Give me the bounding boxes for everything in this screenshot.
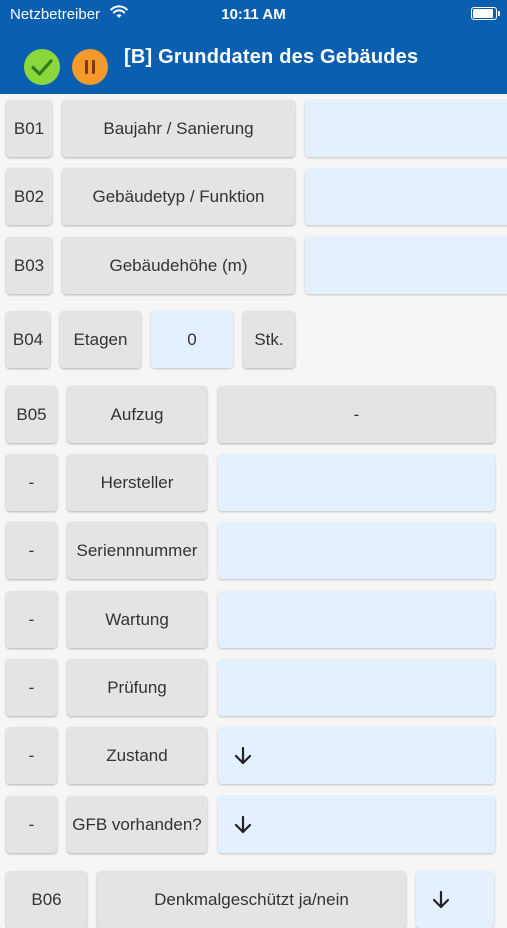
row-label-b04[interactable]: Etagen <box>60 311 141 368</box>
input-b02[interactable] <box>305 168 507 225</box>
arrow-down-icon <box>234 815 252 833</box>
input-b03[interactable] <box>305 237 507 294</box>
row-code-b03[interactable]: B03 <box>6 237 52 294</box>
arrow-down-icon <box>234 746 252 764</box>
row-label-wartung[interactable]: Wartung <box>67 591 207 648</box>
row-code-wartung[interactable]: - <box>6 591 57 648</box>
battery-icon <box>471 7 500 20</box>
header: Netzbetreiber 10:11 AM [B] Grunddaten de… <box>0 0 507 94</box>
row-code-b05[interactable]: B05 <box>6 386 57 443</box>
select-gfb[interactable] <box>218 796 495 853</box>
input-b04-etagen[interactable]: 0 <box>151 311 233 368</box>
row-label-gfb[interactable]: GFB vorhanden? <box>67 796 207 853</box>
pause-button[interactable] <box>72 49 108 85</box>
unit-b04[interactable]: Stk. <box>243 311 295 368</box>
input-hersteller[interactable] <box>218 454 495 511</box>
pause-icon <box>85 60 95 74</box>
row-label-b02[interactable]: Gebäudetyp / Funktion <box>62 168 295 225</box>
row-code-b02[interactable]: B02 <box>6 168 52 225</box>
row-label-b01[interactable]: Baujahr / Sanierung <box>62 100 295 157</box>
input-wartung[interactable] <box>218 591 495 648</box>
row-label-pruefung[interactable]: Prüfung <box>67 659 207 716</box>
confirm-button[interactable] <box>24 49 60 85</box>
clock: 10:11 AM <box>221 6 286 23</box>
row-label-serien[interactable]: Seriennnummer <box>67 522 207 579</box>
status-bar: Netzbetreiber 10:11 AM <box>0 0 507 30</box>
select-b05-aufzug[interactable]: - <box>218 386 495 443</box>
row-code-gfb[interactable]: - <box>6 796 57 853</box>
input-serien[interactable] <box>218 522 495 579</box>
checkmark-icon <box>31 59 53 76</box>
input-pruefung[interactable] <box>218 659 495 716</box>
input-b01[interactable] <box>305 100 507 157</box>
row-code-b04[interactable]: B04 <box>6 311 50 368</box>
row-label-b03[interactable]: Gebäudehöhe (m) <box>62 237 295 294</box>
page-title: [B] Grunddaten des Gebäudes <box>124 46 419 68</box>
row-code-serien[interactable]: - <box>6 522 57 579</box>
row-code-hersteller[interactable]: - <box>6 454 57 511</box>
row-label-hersteller[interactable]: Hersteller <box>67 454 207 511</box>
row-code-b01[interactable]: B01 <box>6 100 52 157</box>
row-code-zustand[interactable]: - <box>6 727 57 784</box>
row-label-zustand[interactable]: Zustand <box>67 727 207 784</box>
row-code-pruefung[interactable]: - <box>6 659 57 716</box>
select-zustand[interactable] <box>218 727 495 784</box>
row-label-b05[interactable]: Aufzug <box>67 386 207 443</box>
